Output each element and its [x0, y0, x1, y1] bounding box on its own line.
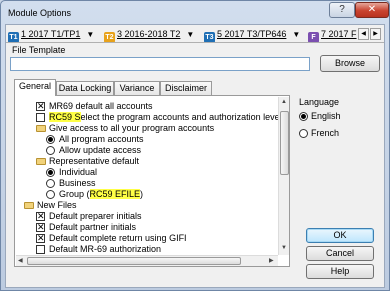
- tree-row-label: Default complete return using GIFI: [49, 233, 187, 243]
- checkbox-checked[interactable]: ✕: [36, 102, 45, 111]
- language-option-label: English: [311, 111, 341, 121]
- module-options-window: Module Options ? ✕ T1 1 2017 T1/TP1 ▼ T2 3 …: [0, 0, 390, 291]
- tree-row-label: MR69 default all accounts: [49, 101, 153, 111]
- tree-row-text: Group (: [59, 189, 90, 199]
- dropdown-arrow-icon[interactable]: ▼: [86, 30, 94, 39]
- window-title: Module Options: [8, 8, 72, 18]
- tree-row-label: All program accounts: [59, 134, 144, 144]
- tree-row-label: Default preparer initials: [49, 211, 142, 221]
- folder-icon: [24, 202, 34, 209]
- radio-unselected[interactable]: [46, 190, 55, 199]
- year-tab-label: 7 2017 F: [321, 29, 357, 39]
- scroll-down-icon[interactable]: ▼: [281, 245, 287, 251]
- year-tab-label: 1 2017 T1/TP1: [21, 29, 81, 39]
- file-template-input[interactable]: [10, 57, 310, 71]
- scroll-up-icon[interactable]: ▲: [281, 99, 287, 105]
- tree-row-text: ): [140, 189, 144, 199]
- tab-general[interactable]: General: [14, 79, 56, 96]
- f-module-icon: F: [308, 32, 319, 42]
- radio-unselected[interactable]: [299, 129, 308, 138]
- tab-scroll-left-button[interactable]: ◀: [358, 28, 369, 40]
- checkbox-checked[interactable]: ✕: [36, 223, 45, 232]
- t1-module-icon: T1: [8, 32, 19, 42]
- search-highlight: RC59 EFILE: [89, 189, 141, 199]
- dropdown-arrow-icon[interactable]: ▼: [186, 30, 194, 39]
- radio-selected[interactable]: [46, 135, 55, 144]
- year-tab-label: 3 2016-2018 T2: [117, 29, 181, 39]
- checkbox-unchecked[interactable]: [36, 113, 45, 122]
- radio-selected[interactable]: [299, 112, 308, 121]
- options-tree: ✕ MR69 default all accounts RC59 Select …: [16, 97, 278, 255]
- vertical-scroll-thumb[interactable]: [280, 111, 289, 175]
- tab-disclaimer[interactable]: Disclaimer: [160, 81, 212, 95]
- cancel-button[interactable]: Cancel: [306, 246, 374, 261]
- browse-button[interactable]: Browse: [320, 55, 380, 72]
- vertical-scrollbar[interactable]: ▲ ▼: [278, 97, 289, 255]
- tree-row-label: RC59 Select the program accounts and aut…: [49, 112, 278, 123]
- search-highlight: RC59 S: [49, 112, 81, 122]
- year-tab-t3[interactable]: T3 5 2017 T3/TP646 ▼: [204, 27, 300, 42]
- horizontal-scroll-thumb[interactable]: [27, 257, 241, 265]
- radio-unselected[interactable]: [46, 179, 55, 188]
- close-button[interactable]: ✕: [355, 2, 389, 18]
- tree-row-label: Group (RC59 EFILE): [59, 189, 143, 200]
- folder-icon: [36, 158, 46, 165]
- horizontal-scrollbar[interactable]: ◀ ▶: [16, 255, 278, 266]
- t2-module-icon: T2: [104, 32, 115, 42]
- year-tab-t2[interactable]: T2 3 2016-2018 T2 ▼: [104, 27, 194, 42]
- tree-row-label: Default MR-69 authorization: [49, 244, 162, 254]
- tab-variance[interactable]: Variance: [114, 81, 160, 95]
- t3-module-icon: T3: [204, 32, 215, 42]
- file-template-label: File Template: [12, 45, 66, 55]
- radio-unselected[interactable]: [46, 146, 55, 155]
- chevron-left-icon: ◀: [361, 31, 366, 37]
- close-icon: ✕: [367, 4, 377, 15]
- scroll-left-icon[interactable]: ◀: [18, 257, 23, 264]
- tree-row-label: Representative default: [49, 156, 140, 166]
- help-title-button[interactable]: ?: [329, 2, 355, 18]
- general-options-panel: ✕ MR69 default all accounts RC59 Select …: [14, 95, 290, 267]
- radio-selected[interactable]: [46, 168, 55, 177]
- ok-button[interactable]: OK: [306, 228, 374, 243]
- tab-scroll-right-button[interactable]: ▶: [370, 28, 381, 40]
- year-tab-strip: T1 1 2017 T1/TP1 ▼ T2 3 2016-2018 T2 ▼ T3 5 2…: [6, 25, 384, 43]
- checkbox-unchecked[interactable]: [36, 245, 45, 254]
- checkbox-checked[interactable]: ✕: [36, 212, 45, 221]
- year-tab-label: 5 2017 T3/TP646: [217, 29, 287, 39]
- help-button[interactable]: Help: [306, 264, 374, 279]
- dropdown-arrow-icon[interactable]: ▼: [292, 30, 300, 39]
- dialog-client-area: T1 1 2017 T1/TP1 ▼ T2 3 2016-2018 T2 ▼ T3 5 2…: [5, 24, 385, 288]
- language-option-label: French: [311, 128, 340, 138]
- tree-row-label: Give access to all your program accounts: [49, 123, 215, 133]
- language-label: Language: [299, 97, 340, 107]
- checkbox-checked[interactable]: ✕: [36, 234, 45, 243]
- question-icon: ?: [339, 4, 345, 15]
- year-tab-f[interactable]: F7 2017 F: [308, 27, 357, 42]
- tree-row-label: Individual: [59, 167, 98, 177]
- tree-row-label: New Files: [37, 200, 77, 210]
- tree-row-label: Allow update access: [59, 145, 142, 155]
- scroll-right-icon[interactable]: ▶: [269, 257, 274, 264]
- tree-row-label: Default partner initials: [49, 222, 137, 232]
- tree-row-text: elect the program accounts and authoriza…: [80, 112, 278, 122]
- year-tab-t1[interactable]: T1 1 2017 T1/TP1 ▼: [8, 27, 94, 42]
- chevron-right-icon: ▶: [373, 31, 378, 37]
- folder-icon: [36, 125, 46, 132]
- tree-row-label: Business: [59, 178, 96, 188]
- tab-data-locking[interactable]: Data Locking: [56, 81, 114, 95]
